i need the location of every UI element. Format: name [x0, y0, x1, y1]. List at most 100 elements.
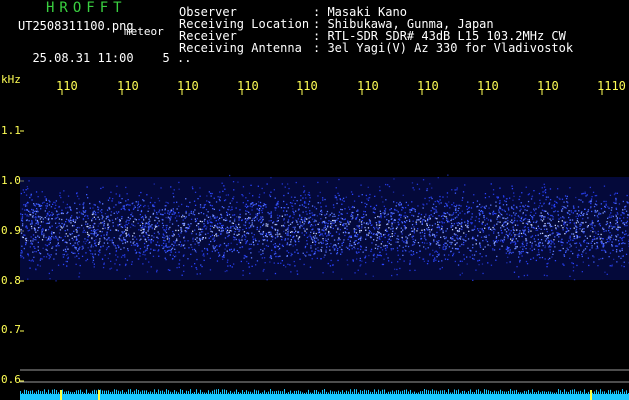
noise-dot [484, 219, 486, 221]
noise-dot [572, 212, 574, 214]
noise-dot [258, 212, 260, 215]
noise-dot [422, 258, 424, 260]
noise-dot [51, 231, 53, 233]
power-bar-tick [576, 391, 577, 394]
noise-dot [513, 271, 516, 273]
noise-dot [88, 234, 90, 236]
noise-dot [605, 204, 607, 206]
noise-dot [483, 236, 486, 238]
noise-dot [338, 237, 340, 239]
noise-dot [391, 218, 393, 220]
noise-dot [569, 219, 572, 221]
noise-dot [550, 243, 552, 245]
noise-dot [139, 252, 141, 254]
power-bar-tick [94, 389, 95, 394]
noise-dot [181, 274, 183, 276]
noise-dot [230, 230, 233, 232]
noise-dot [578, 210, 580, 212]
noise-dot [135, 252, 137, 254]
noise-dot [385, 183, 387, 186]
noise-dot [421, 220, 423, 222]
noise-dot [98, 250, 100, 252]
noise-dot [606, 223, 609, 225]
noise-dot [549, 234, 551, 236]
noise-dot [453, 223, 455, 225]
noise-dot [431, 234, 434, 236]
noise-dot [229, 248, 231, 251]
noise-dot [355, 251, 358, 253]
noise-dot [350, 191, 353, 193]
power-bar-tick [212, 390, 213, 394]
noise-dot [380, 234, 382, 236]
power-bar-tick [192, 392, 193, 394]
noise-dot [393, 234, 395, 237]
noise-dot [259, 205, 261, 207]
noise-dot [137, 258, 139, 260]
noise-dot [458, 204, 460, 206]
noise-dot [225, 228, 227, 230]
noise-dot [92, 246, 94, 248]
noise-dot [199, 220, 201, 222]
noise-dot [549, 202, 551, 204]
noise-dot [126, 234, 128, 236]
noise-dot [555, 227, 557, 229]
noise-dot [30, 195, 32, 197]
noise-dot [531, 218, 534, 220]
noise-dot [102, 186, 104, 188]
noise-dot [25, 219, 28, 222]
noise-dot [390, 228, 392, 230]
noise-dot [525, 222, 527, 224]
noise-dot [85, 252, 87, 254]
noise-dot [485, 235, 487, 237]
noise-dot [540, 218, 542, 220]
noise-dot [341, 199, 344, 201]
noise-dot [174, 251, 177, 253]
noise-dot [172, 233, 175, 235]
noise-dot [226, 229, 229, 231]
noise-dot [41, 202, 44, 204]
noise-dot [409, 211, 411, 213]
noise-dot [386, 223, 388, 226]
power-bar-tick [278, 390, 279, 394]
noise-dot [372, 211, 375, 213]
noise-dot [72, 252, 74, 254]
noise-dot [561, 205, 563, 208]
noise-dot [344, 218, 346, 220]
noise-dot [533, 190, 535, 192]
noise-dot [519, 195, 521, 198]
noise-dot [85, 221, 87, 223]
noise-dot [446, 228, 448, 230]
noise-dot [538, 245, 541, 247]
power-bar-tick [202, 392, 203, 394]
noise-dot [368, 197, 371, 199]
noise-dot [457, 224, 459, 226]
noise-dot [554, 200, 556, 202]
noise-dot [336, 199, 338, 201]
noise-dot [259, 218, 261, 221]
power-bar-tick [326, 391, 327, 394]
noise-dot [507, 207, 510, 209]
noise-dot [299, 215, 301, 217]
noise-dot [325, 227, 328, 230]
noise-dot [173, 201, 175, 204]
noise-dot [604, 251, 607, 253]
power-bar-tick [286, 392, 287, 394]
noise-dot [317, 195, 319, 197]
noise-dot [379, 189, 381, 192]
noise-dot [502, 204, 505, 206]
noise-dot [376, 233, 378, 235]
noise-dot [141, 216, 144, 218]
noise-dot [568, 230, 570, 232]
noise-dot [121, 217, 123, 220]
noise-dot [145, 216, 147, 218]
noise-dot [270, 220, 272, 222]
noise-dot [209, 192, 212, 195]
noise-dot [399, 267, 401, 270]
noise-dot [393, 212, 395, 214]
noise-dot [32, 240, 34, 242]
noise-dot [92, 259, 95, 261]
noise-dot [615, 202, 617, 204]
noise-dot [454, 248, 457, 250]
noise-dot [308, 194, 311, 196]
noise-dot [238, 233, 240, 235]
